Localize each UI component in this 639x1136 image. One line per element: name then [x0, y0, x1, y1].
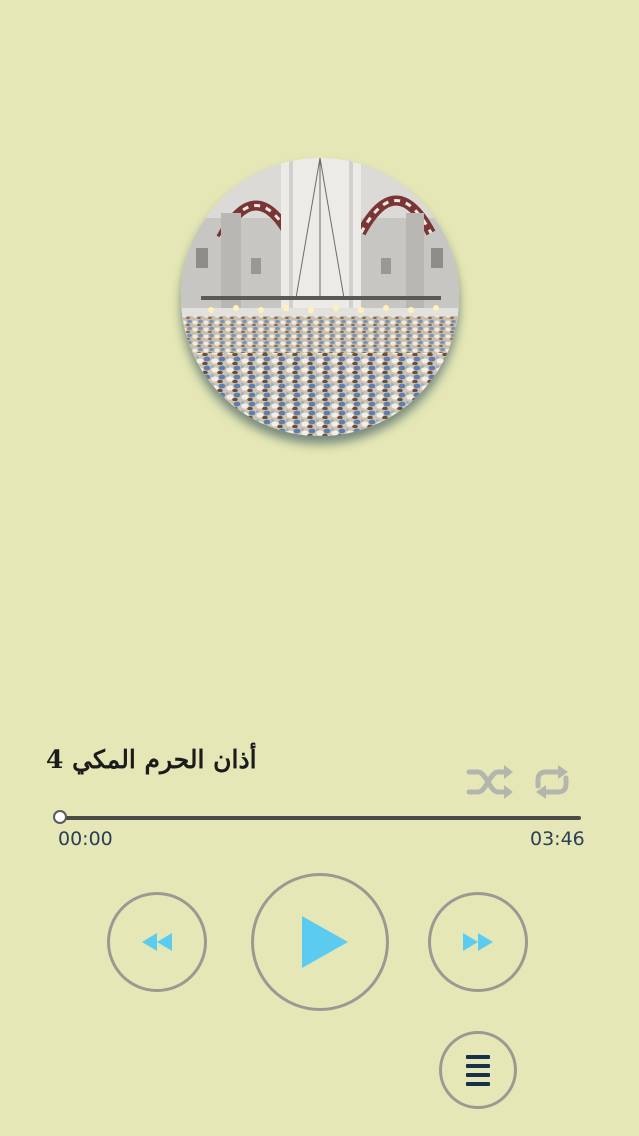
track-title: أذان الحرم المكي 4 — [46, 745, 257, 774]
rewind-icon — [140, 931, 174, 953]
play-icon — [300, 914, 350, 970]
album-artwork — [181, 158, 459, 436]
progress-track[interactable] — [62, 816, 581, 820]
menu-icon — [464, 1053, 492, 1087]
progress-thumb[interactable] — [53, 810, 67, 824]
total-duration: 03:46 — [530, 828, 585, 850]
shuffle-icon[interactable] — [466, 762, 514, 802]
fast-forward-button[interactable] — [428, 892, 528, 992]
play-button[interactable] — [251, 873, 389, 1011]
playlist-button[interactable] — [439, 1031, 517, 1109]
rewind-button[interactable] — [107, 892, 207, 992]
elapsed-time: 00:00 — [58, 828, 113, 850]
fast-forward-icon — [461, 931, 495, 953]
repeat-icon[interactable] — [530, 762, 574, 802]
